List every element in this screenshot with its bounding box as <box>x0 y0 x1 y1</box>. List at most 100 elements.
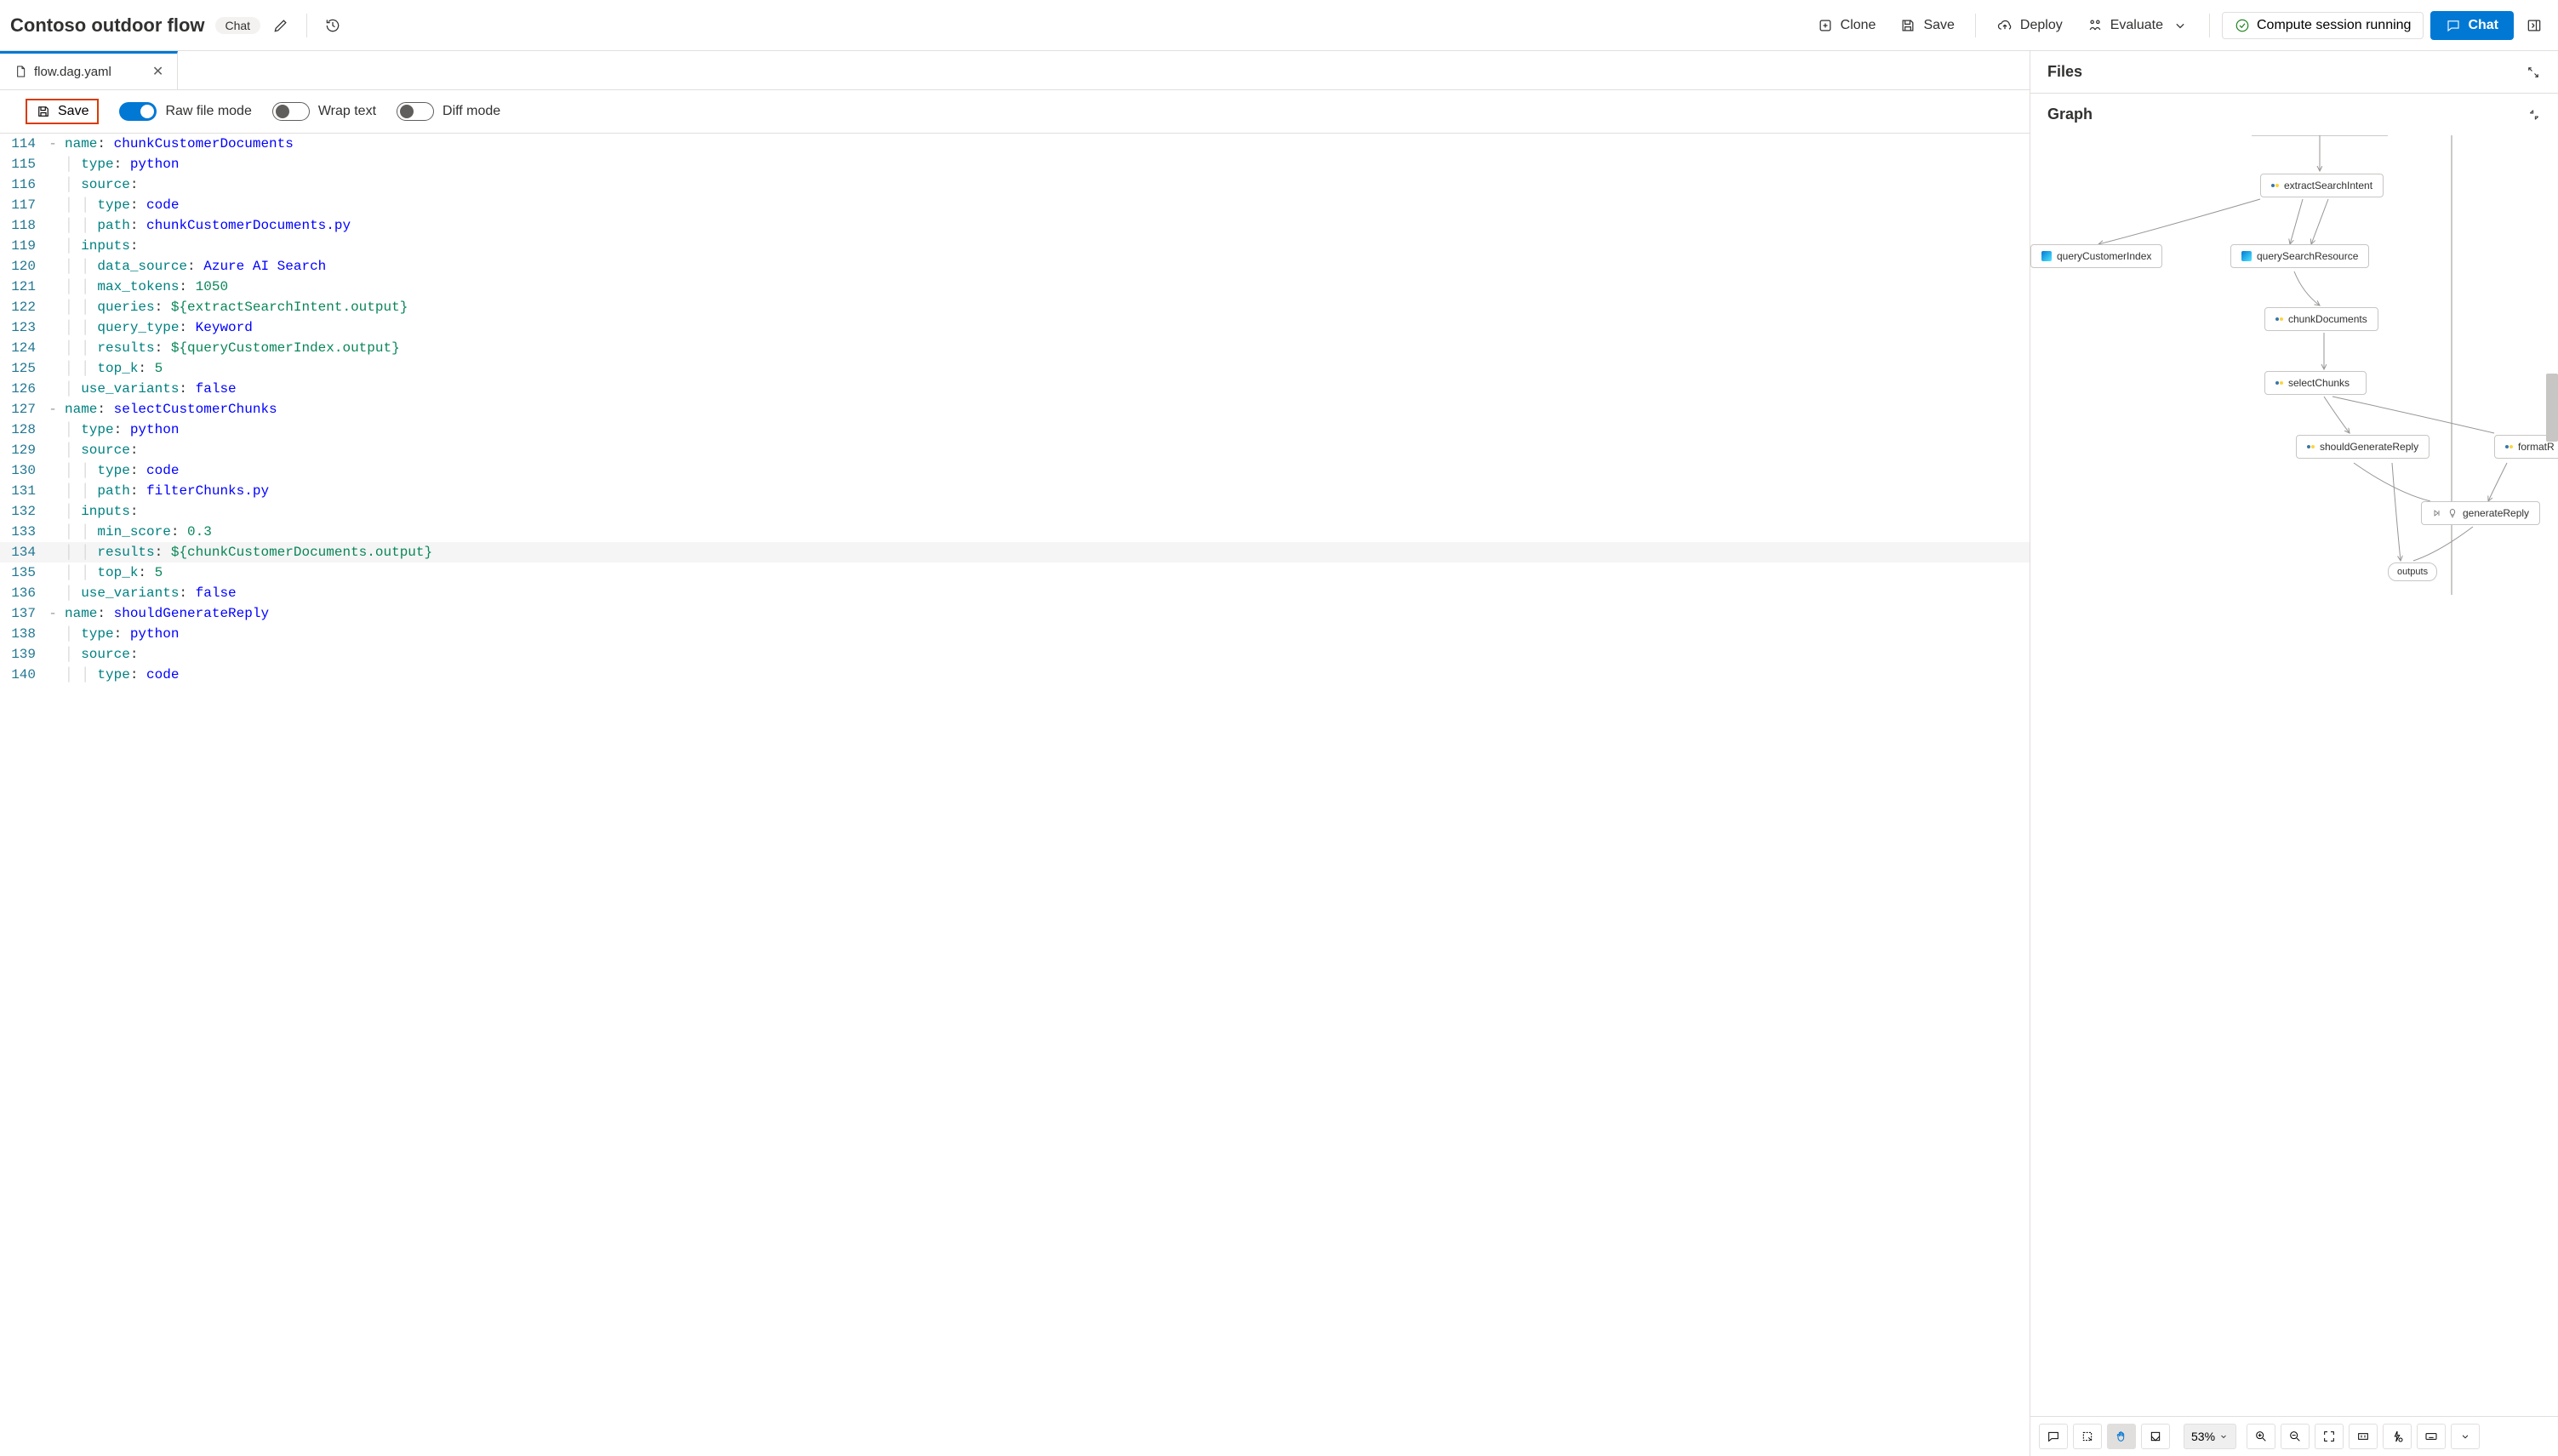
line-number: 138 <box>0 624 44 644</box>
graph-actual-size-button[interactable] <box>2349 1424 2378 1449</box>
evaluate-button[interactable]: Evaluate <box>2078 14 2197 37</box>
graph-node-queryCustomerIndex[interactable]: queryCustomerIndex <box>2030 244 2162 268</box>
graph-node-generateReply[interactable]: generateReply <box>2421 501 2540 525</box>
editor-panel: flow.dag.yaml ✕ Save Raw file mode Wrap … <box>0 51 2030 1456</box>
collapse-icon[interactable] <box>2527 108 2541 122</box>
files-panel-header[interactable]: Files <box>2030 51 2558 94</box>
graph-node-chunkDocuments[interactable]: chunkDocuments <box>2264 307 2378 331</box>
code-line[interactable]: 122 │ │ queries: ${extractSearchIntent.o… <box>0 297 2030 317</box>
pencil-icon <box>272 17 289 34</box>
code-line[interactable]: 140 │ │ type: code <box>0 665 2030 685</box>
code-line[interactable]: 114-name: chunkCustomerDocuments <box>0 134 2030 154</box>
compute-session-button[interactable]: Compute session running <box>2222 12 2424 39</box>
graph-comment-button[interactable] <box>2039 1424 2068 1449</box>
save-icon <box>36 104 51 119</box>
graph-select-button[interactable] <box>2073 1424 2102 1449</box>
panel-right-icon <box>2526 17 2543 34</box>
gutter <box>44 522 61 542</box>
code-editor[interactable]: 114-name: chunkCustomerDocuments115 │ ty… <box>0 134 2030 1456</box>
code-line[interactable]: 125 │ │ top_k: 5 <box>0 358 2030 379</box>
separator <box>306 14 307 37</box>
code-line[interactable]: 123 │ │ query_type: Keyword <box>0 317 2030 338</box>
tab-label: flow.dag.yaml <box>34 65 111 79</box>
deploy-button[interactable]: Deploy <box>1988 14 2071 37</box>
save-button[interactable]: Save <box>26 99 99 124</box>
graph-vertical-scrollbar[interactable] <box>2546 374 2558 442</box>
chat-icon <box>2446 18 2461 33</box>
graph-more-button[interactable] <box>2451 1424 2480 1449</box>
graph-node-querySearchResource[interactable]: querySearchResource <box>2230 244 2369 268</box>
line-number: 128 <box>0 420 44 440</box>
code-content: │ │ results: ${chunkCustomerDocuments.ou… <box>61 542 432 562</box>
code-content: │ │ query_type: Keyword <box>61 317 253 338</box>
graph-zoom-out-button[interactable] <box>2281 1424 2310 1449</box>
gutter <box>44 665 61 685</box>
graph-node-shouldGenerateReply[interactable]: shouldGenerateReply <box>2296 435 2430 459</box>
gutter: - <box>44 399 61 420</box>
code-line[interactable]: 118 │ │ path: chunkCustomerDocuments.py <box>0 215 2030 236</box>
graph-node-selectChunks[interactable]: selectChunks <box>2264 371 2367 395</box>
gutter <box>44 420 61 440</box>
chat-button[interactable]: Chat <box>2430 11 2514 40</box>
raw-file-mode-toggle[interactable] <box>119 102 157 121</box>
graph-layout-button[interactable] <box>2141 1424 2170 1449</box>
line-number: 136 <box>0 583 44 603</box>
clone-button[interactable]: Clone <box>1808 14 1885 37</box>
code-line[interactable]: 130 │ │ type: code <box>0 460 2030 481</box>
code-line[interactable]: 131 │ │ path: filterChunks.py <box>0 481 2030 501</box>
code-line[interactable]: 129 │ source: <box>0 440 2030 460</box>
code-line[interactable]: 117 │ │ type: code <box>0 195 2030 215</box>
code-line[interactable]: 138 │ type: python <box>0 624 2030 644</box>
save-button-top[interactable]: Save <box>1891 14 1962 37</box>
code-line[interactable]: 134 │ │ results: ${chunkCustomerDocument… <box>0 542 2030 562</box>
expand-panel-button[interactable] <box>2521 12 2548 39</box>
code-line[interactable]: 136 │ use_variants: false <box>0 583 2030 603</box>
code-line[interactable]: 135 │ │ top_k: 5 <box>0 562 2030 583</box>
code-line[interactable]: 127-name: selectCustomerChunks <box>0 399 2030 420</box>
code-line[interactable]: 120 │ │ data_source: Azure AI Search <box>0 256 2030 277</box>
diff-mode-toggle[interactable] <box>397 102 434 121</box>
graph-canvas[interactable]: extractSearchIntent queryCustomerIndex q… <box>2030 135 2558 1416</box>
graph-node-outputs[interactable]: outputs <box>2388 562 2437 581</box>
node-label: queryCustomerIndex <box>2057 250 2151 262</box>
edit-name-button[interactable] <box>267 12 294 39</box>
code-line[interactable]: 137-name: shouldGenerateReply <box>0 603 2030 624</box>
line-number: 139 <box>0 644 44 665</box>
bulb-icon <box>2447 508 2458 518</box>
graph-panel-header[interactable]: Graph <box>2030 94 2558 135</box>
code-content: │ source: <box>61 440 138 460</box>
gutter <box>44 174 61 195</box>
line-number: 116 <box>0 174 44 195</box>
azure-icon <box>2041 251 2052 261</box>
code-line[interactable]: 115 │ type: python <box>0 154 2030 174</box>
graph-fit-button[interactable] <box>2315 1424 2344 1449</box>
graph-zoom-level[interactable]: 53% <box>2184 1424 2236 1449</box>
gutter <box>44 277 61 297</box>
close-tab-button[interactable]: ✕ <box>152 63 163 80</box>
graph-node-extractSearchIntent[interactable]: extractSearchIntent <box>2260 174 2384 197</box>
chat-button-label: Chat <box>2468 18 2498 33</box>
line-number: 126 <box>0 379 44 399</box>
code-line[interactable]: 133 │ │ min_score: 0.3 <box>0 522 2030 542</box>
graph-zoom-in-button[interactable] <box>2247 1424 2275 1449</box>
python-icon <box>2275 381 2283 385</box>
code-line[interactable]: 128 │ type: python <box>0 420 2030 440</box>
graph-auto-layout-button[interactable] <box>2383 1424 2412 1449</box>
code-line[interactable]: 126 │ use_variants: false <box>0 379 2030 399</box>
fit-icon <box>2322 1430 2336 1443</box>
line-number: 129 <box>0 440 44 460</box>
graph-pan-button[interactable] <box>2107 1424 2136 1449</box>
expand-icon[interactable] <box>2526 65 2541 80</box>
code-line[interactable]: 139 │ source: <box>0 644 2030 665</box>
editor-toolbar: Save Raw file mode Wrap text Diff mode <box>0 90 2030 134</box>
code-line[interactable]: 121 │ │ max_tokens: 1050 <box>0 277 2030 297</box>
graph-keyboard-button[interactable] <box>2417 1424 2446 1449</box>
code-line[interactable]: 132 │ inputs: <box>0 501 2030 522</box>
code-line[interactable]: 124 │ │ results: ${queryCustomerIndex.ou… <box>0 338 2030 358</box>
code-line[interactable]: 119 │ inputs: <box>0 236 2030 256</box>
check-circle-icon <box>2235 18 2250 33</box>
wrap-text-toggle[interactable] <box>272 102 310 121</box>
code-line[interactable]: 116 │ source: <box>0 174 2030 195</box>
tab-flow-dag[interactable]: flow.dag.yaml ✕ <box>0 51 178 89</box>
history-button[interactable] <box>319 12 346 39</box>
